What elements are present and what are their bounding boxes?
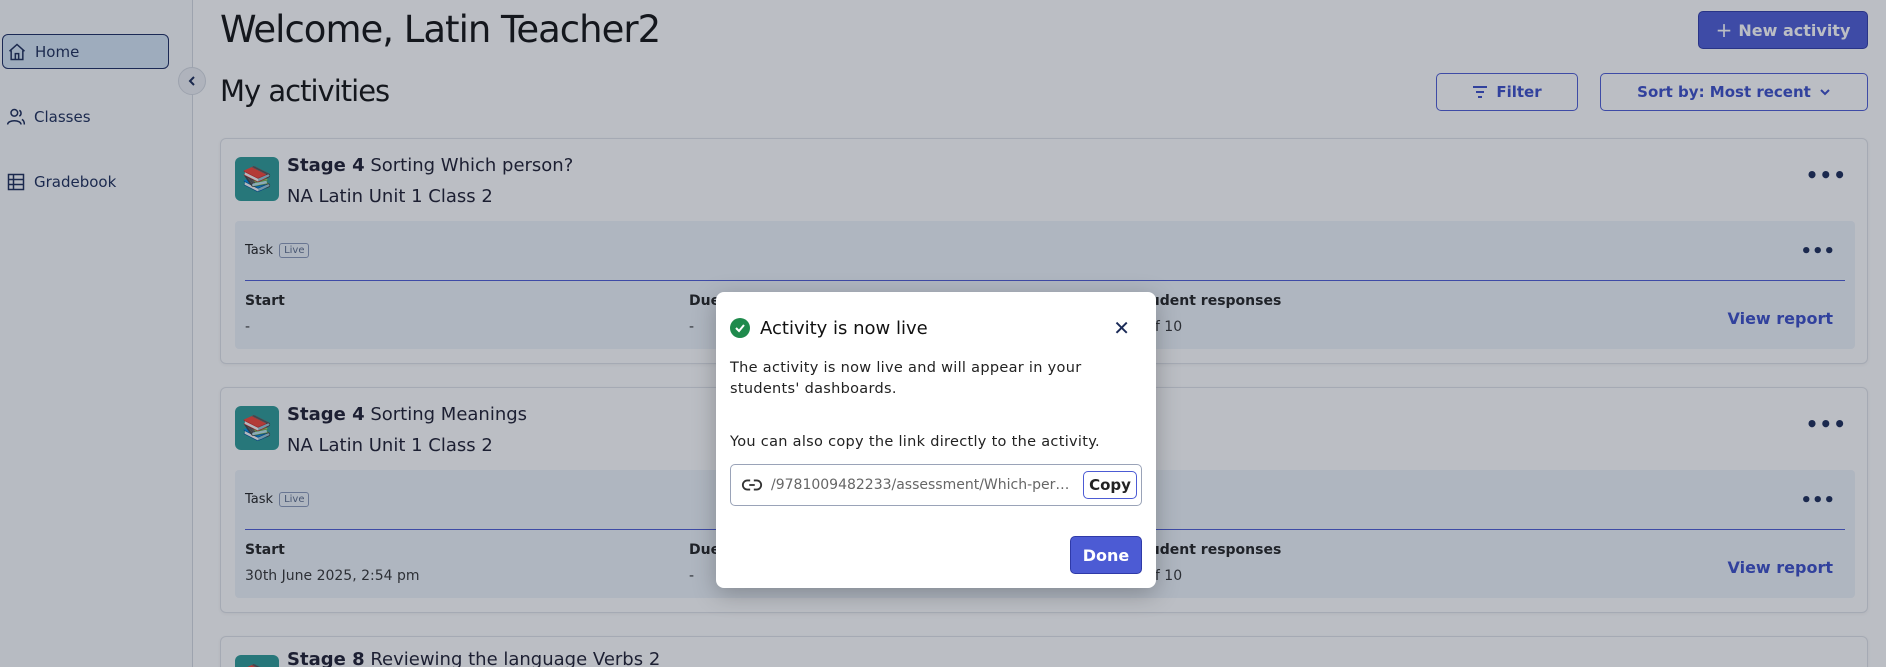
- check-circle-icon: [730, 318, 750, 338]
- activity-live-dialog: Activity is now live ✕ The activity is n…: [716, 292, 1156, 588]
- link-icon: [741, 479, 763, 491]
- copy-button[interactable]: Copy: [1083, 471, 1137, 499]
- activity-link-text[interactable]: /9781009482233/assessment/Which-person: [771, 477, 1075, 493]
- activity-link-field[interactable]: /9781009482233/assessment/Which-person C…: [730, 464, 1142, 506]
- dialog-hint: You can also copy the link directly to t…: [730, 434, 1100, 450]
- done-button[interactable]: Done: [1070, 536, 1142, 574]
- close-icon[interactable]: ✕: [1113, 316, 1130, 340]
- dialog-title: Activity is now live: [760, 318, 928, 339]
- dialog-message: The activity is now live and will appear…: [730, 360, 1082, 397]
